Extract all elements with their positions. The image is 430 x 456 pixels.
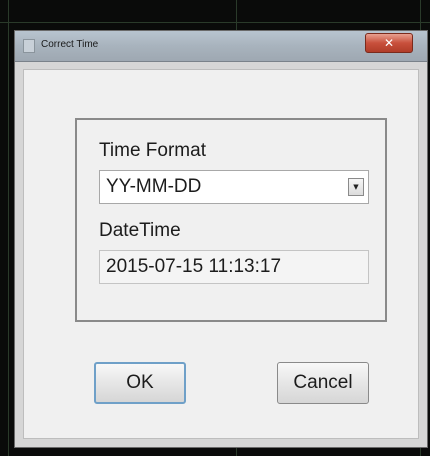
datetime-label: DateTime xyxy=(99,220,181,241)
grid-line xyxy=(0,22,430,23)
window-icon xyxy=(23,39,35,53)
title-bar[interactable]: Correct Time ✕ xyxy=(15,31,427,62)
close-icon: ✕ xyxy=(383,36,395,50)
time-settings-group: Time Format YY-MM-DD ▼ DateTime 2015-07-… xyxy=(75,118,387,322)
dropdown-arrow-button[interactable]: ▼ xyxy=(348,178,364,196)
screen-background: Correct Time ✕ Time Format YY-MM-DD ▼ Da… xyxy=(0,0,430,456)
close-button[interactable]: ✕ xyxy=(365,33,413,53)
datetime-value: 2015-07-15 11:13:17 xyxy=(106,256,282,277)
ok-button[interactable]: OK xyxy=(94,362,186,404)
cancel-button[interactable]: Cancel xyxy=(277,362,369,404)
chevron-down-icon: ▼ xyxy=(353,182,359,191)
grid-line xyxy=(8,0,9,456)
datetime-field[interactable]: 2015-07-15 11:13:17 xyxy=(99,250,369,284)
time-format-label: Time Format xyxy=(99,140,206,161)
window-title: Correct Time xyxy=(41,39,99,50)
time-format-value: YY-MM-DD xyxy=(106,176,202,197)
time-format-dropdown[interactable]: YY-MM-DD ▼ xyxy=(99,170,369,204)
